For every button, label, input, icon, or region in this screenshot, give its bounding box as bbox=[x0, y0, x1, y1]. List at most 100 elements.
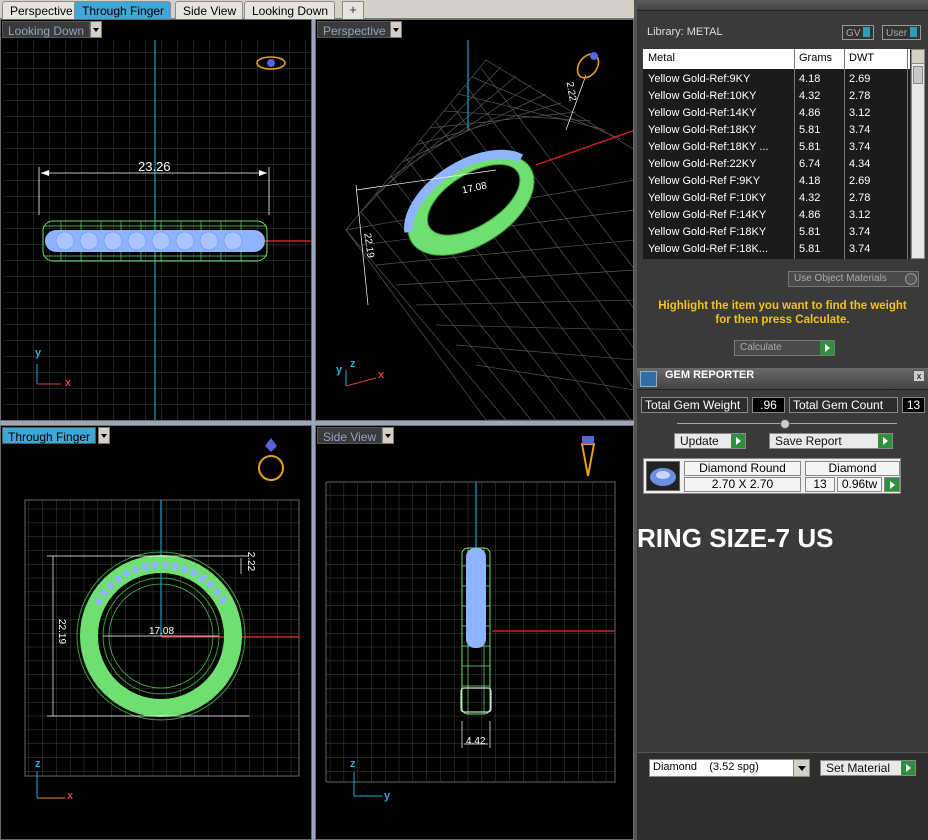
grams-cell: 4.18 bbox=[799, 175, 821, 187]
diamond-round-icon bbox=[646, 461, 680, 491]
metal-weight-table: Metal Grams DWT Yellow Gold-Ref:9KY 4.18 2… bbox=[643, 49, 910, 259]
grams-cell: 5.81 bbox=[799, 226, 821, 238]
update-button[interactable]: Update bbox=[674, 433, 746, 449]
grams-cell: 4.86 bbox=[799, 209, 821, 221]
metal-name-cell: Yellow Gold-Ref F:10KY bbox=[648, 192, 767, 204]
table-row[interactable]: Yellow Gold-Ref:14KY 4.86 3.12 bbox=[643, 105, 910, 122]
grams-cell: 5.81 bbox=[799, 124, 821, 136]
viewport-splitter-horizontal[interactable] bbox=[0, 421, 634, 425]
metal-name-cell: Yellow Gold-Ref:18KY ... bbox=[648, 141, 769, 153]
table-row[interactable]: Yellow Gold-Ref F:18KY 5.81 3.74 bbox=[643, 224, 910, 241]
viewport-side-view[interactable]: Side View 4.42 z y bbox=[315, 425, 634, 840]
tab-looking-down[interactable]: Looking Down bbox=[244, 1, 336, 19]
table-row[interactable]: Yellow Gold-Ref F:9KY 4.18 2.69 bbox=[643, 173, 910, 190]
gem-reporter-header: GEM REPORTER x bbox=[637, 368, 928, 390]
dwt-cell: 3.74 bbox=[849, 226, 871, 238]
save-report-button[interactable]: Save Report bbox=[769, 433, 893, 449]
tab-side-view[interactable]: Side View bbox=[175, 1, 244, 19]
use-object-materials-toggle[interactable]: Use Object Materials bbox=[788, 271, 919, 287]
table-row[interactable]: Yellow Gold-Ref:9KY 4.18 2.69 bbox=[643, 71, 910, 88]
total-gem-count-label: Total Gem Count bbox=[789, 397, 898, 413]
grams-cell: 6.74 bbox=[799, 158, 821, 170]
tab-perspective[interactable]: Perspective bbox=[2, 1, 80, 19]
grams-cell: 4.18 bbox=[799, 73, 821, 85]
table-row[interactable]: Yellow Gold-Ref F:14KY 4.86 3.12 bbox=[643, 207, 910, 224]
gem-count: 13 bbox=[805, 477, 835, 492]
add-tab-button[interactable]: + bbox=[342, 1, 364, 19]
set-material-button[interactable]: Set Material bbox=[820, 760, 916, 776]
viewport-label[interactable]: Perspective bbox=[317, 21, 392, 38]
table-header: Metal Grams DWT bbox=[643, 49, 910, 69]
grams-cell: 4.32 bbox=[799, 192, 821, 204]
column-header-grams[interactable]: Grams bbox=[799, 52, 832, 64]
metal-name-cell: Yellow Gold-Ref F:14KY bbox=[648, 209, 767, 221]
viewport-dropdown[interactable] bbox=[90, 21, 102, 38]
gem-material: Diamond bbox=[805, 461, 900, 476]
dwt-cell: 3.74 bbox=[849, 124, 871, 136]
axis-x-label: x bbox=[378, 369, 385, 381]
gem-reporter-icon bbox=[640, 371, 657, 387]
dwt-cell: 2.78 bbox=[849, 192, 871, 204]
metal-table-scrollbar[interactable] bbox=[911, 49, 925, 259]
user-toggle[interactable]: User bbox=[882, 25, 922, 40]
axis-y-label: y bbox=[336, 364, 343, 376]
right-panel: Library: METAL GV User Metal Grams DWT Y… bbox=[637, 0, 928, 840]
axis-z-label: z bbox=[350, 358, 356, 370]
dimension-width-label: 17.08 bbox=[149, 626, 175, 637]
metal-name-cell: Yellow Gold-Ref:9KY bbox=[648, 73, 751, 85]
dimension-label: 23.26 bbox=[138, 159, 171, 174]
gem-shape: Diamond Round bbox=[684, 461, 801, 476]
viewport-perspective[interactable]: Perspective 17.08 22.19 2.22 y z x bbox=[315, 19, 634, 421]
dwt-cell: 3.12 bbox=[849, 209, 871, 221]
table-row[interactable]: Yellow Gold-Ref F:18K... 5.81 3.74 bbox=[643, 241, 910, 258]
table-row[interactable]: Yellow Gold-Ref:10KY 4.32 2.78 bbox=[643, 88, 910, 105]
viewport-splitter-vertical[interactable] bbox=[312, 19, 315, 840]
perspective-scene bbox=[345, 40, 633, 420]
column-header-metal[interactable]: Metal bbox=[648, 52, 675, 64]
dwt-cell: 3.12 bbox=[849, 107, 871, 119]
grams-cell: 5.81 bbox=[799, 243, 821, 255]
viewport-dropdown[interactable] bbox=[390, 21, 402, 38]
dwt-cell: 3.74 bbox=[849, 141, 871, 153]
gem-size: 2.70 X 2.70 bbox=[684, 477, 801, 492]
total-gem-weight-label: Total Gem Weight bbox=[641, 397, 748, 413]
dimension-width-label: 4.42 bbox=[466, 736, 486, 747]
total-gem-weight-value: .96 bbox=[752, 397, 785, 413]
viewport-looking-down[interactable]: Looking Down 23.26 y x bbox=[0, 19, 312, 421]
viewport-label[interactable]: Side View bbox=[317, 427, 383, 444]
ring-size-annotation: RING SIZE-7 US bbox=[637, 523, 834, 553]
close-icon[interactable]: x bbox=[913, 370, 925, 382]
gem-weight: 0.96tw bbox=[837, 477, 882, 492]
viewport-label[interactable]: Looking Down bbox=[2, 21, 91, 38]
calculate-button[interactable]: Calculate bbox=[734, 340, 835, 356]
view-tab-bar: Perspective Through Finger Side View Loo… bbox=[0, 0, 634, 19]
library-label: Library: METAL bbox=[647, 26, 723, 38]
axis-x-label: x bbox=[67, 790, 74, 802]
gem-list-item[interactable]: Diamond Round 2.70 X 2.70 Diamond 13 0.9… bbox=[643, 458, 901, 494]
viewport-through-finger[interactable]: Through Finger 17.08 22.19 2.22 z x bbox=[0, 425, 312, 840]
table-row[interactable]: Yellow Gold-Ref:22KY 6.74 4.34 bbox=[643, 156, 910, 173]
viewport-dropdown[interactable] bbox=[98, 427, 110, 444]
axis-z-label: z bbox=[350, 758, 356, 770]
metal-name-cell: Yellow Gold-Ref:10KY bbox=[648, 90, 757, 102]
dimension-height-label: 22.19 bbox=[56, 618, 68, 645]
dwt-cell: 2.69 bbox=[849, 73, 871, 85]
table-row[interactable]: Yellow Gold-Ref:18KY 5.81 3.74 bbox=[643, 122, 910, 139]
material-bar: Diamond (3.52 spg) Set Material bbox=[637, 752, 928, 840]
gem-reporter-title: GEM REPORTER bbox=[665, 369, 755, 381]
metal-name-cell: Yellow Gold-Ref F:18KY bbox=[648, 226, 767, 238]
gem-detail-button[interactable] bbox=[884, 477, 900, 492]
column-header-dwt[interactable]: DWT bbox=[849, 52, 874, 64]
viewport-label[interactable]: Through Finger bbox=[2, 427, 97, 444]
chevron-down-icon[interactable] bbox=[793, 760, 809, 776]
table-row[interactable]: Yellow Gold-Ref:18KY ... 5.81 3.74 bbox=[643, 139, 910, 156]
calculate-hint: Highlight the item you want to find the … bbox=[658, 300, 907, 326]
metal-name-cell: Yellow Gold-Ref:18KY bbox=[648, 124, 757, 136]
metal-name-cell: Yellow Gold-Ref F:18K... bbox=[648, 243, 769, 255]
gem-slider-knob[interactable] bbox=[780, 419, 790, 429]
material-select[interactable]: Diamond (3.52 spg) bbox=[649, 759, 810, 777]
tab-through-finger[interactable]: Through Finger bbox=[74, 1, 172, 19]
gv-toggle[interactable]: GV bbox=[842, 25, 875, 40]
viewport-dropdown[interactable] bbox=[382, 427, 394, 444]
table-row[interactable]: Yellow Gold-Ref F:10KY 4.32 2.78 bbox=[643, 190, 910, 207]
